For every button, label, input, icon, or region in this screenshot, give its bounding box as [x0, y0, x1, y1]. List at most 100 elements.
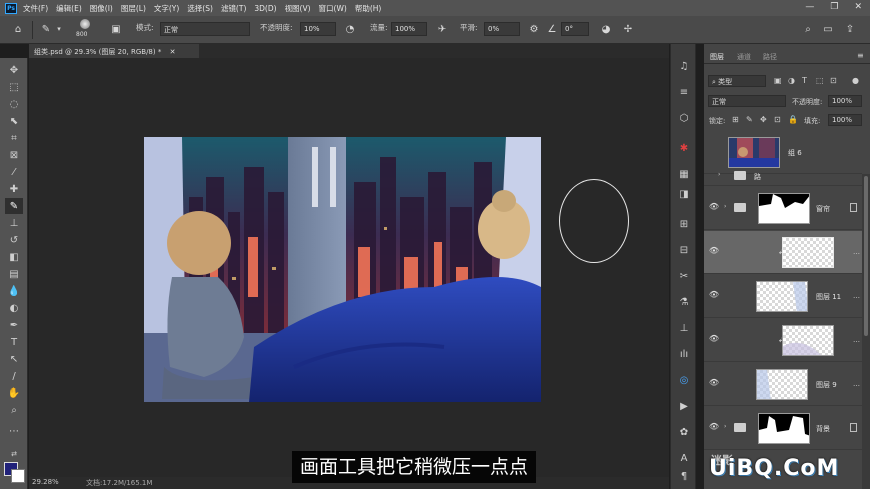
gradient-tool-icon[interactable]: ▤: [5, 266, 23, 282]
symmetry-icon[interactable]: ✢: [620, 21, 636, 37]
menu-select[interactable]: 选择(S): [187, 3, 213, 14]
eraser-tool-icon[interactable]: ◧: [5, 249, 23, 265]
blend-mode-select[interactable]: 正常: [708, 95, 786, 107]
actions-panel-icon[interactable]: ▶: [676, 398, 692, 414]
layer-row[interactable]: 👁 ↲ …: [704, 319, 862, 362]
menu-type[interactable]: 文字(Y): [154, 3, 179, 14]
menu-layer[interactable]: 图层(L): [121, 3, 146, 14]
styles-panel-icon[interactable]: ⊟: [676, 242, 692, 258]
filter-type-icon[interactable]: T: [802, 76, 807, 85]
swatches-panel-icon[interactable]: ▦: [676, 166, 692, 182]
chevron-down-icon[interactable]: ▾: [54, 21, 64, 37]
lock-transparent-icon[interactable]: ⊞: [732, 115, 739, 124]
eye-icon[interactable]: 👁: [708, 202, 720, 212]
more-options-icon[interactable]: …: [853, 248, 860, 256]
tab-paths[interactable]: 路径: [763, 52, 777, 62]
pen-tool-icon[interactable]: ✒: [5, 317, 23, 333]
chevron-right-icon[interactable]: ›: [718, 171, 720, 178]
flow-field[interactable]: 100%: [391, 22, 427, 36]
home-icon[interactable]: ⌂: [10, 21, 26, 37]
swap-colors-icon[interactable]: ⇄: [5, 446, 23, 462]
character-panel-icon[interactable]: A: [676, 450, 692, 466]
smoothing-field[interactable]: 0%: [484, 22, 520, 36]
dodge-tool-icon[interactable]: ◐: [5, 300, 23, 316]
chevron-right-icon[interactable]: ›: [724, 203, 726, 210]
patterns-panel-icon[interactable]: ⊞: [676, 216, 692, 232]
document-image[interactable]: [144, 137, 541, 402]
layer-opacity-field[interactable]: 100%: [828, 95, 862, 107]
layer-name[interactable]: 路: [754, 172, 761, 182]
maximize-button[interactable]: ❐: [830, 2, 838, 12]
eyedropper-tool-icon[interactable]: ⁄: [5, 164, 23, 180]
lock-all-icon[interactable]: 🔒: [788, 115, 798, 124]
canvas-area[interactable]: [29, 58, 669, 477]
filter-shape-icon[interactable]: ⬚: [816, 76, 824, 85]
more-options-icon[interactable]: …: [853, 380, 860, 388]
eye-icon[interactable]: 👁: [708, 246, 720, 256]
filter-kind-select[interactable]: ⌕ 类型: [708, 75, 766, 87]
menu-image[interactable]: 图像(I): [90, 3, 113, 14]
navigator-panel-icon[interactable]: ◎: [676, 372, 692, 388]
layer-row[interactable]: 👁 图层 11 …: [704, 275, 862, 318]
layer-name[interactable]: 图层 11: [816, 292, 841, 302]
tab-channels[interactable]: 通道: [737, 52, 751, 62]
mode-select[interactable]: 正常: [160, 22, 250, 36]
menu-edit[interactable]: 编辑(E): [56, 3, 82, 14]
scrollbar-thumb[interactable]: [864, 176, 868, 336]
filter-adjustment-icon[interactable]: ◑: [788, 76, 795, 85]
menu-3d[interactable]: 3D(D): [254, 4, 276, 13]
eye-icon[interactable]: 👁: [708, 422, 720, 432]
frame-tool-icon[interactable]: ⊠: [5, 147, 23, 163]
more-tools-icon[interactable]: ⋯: [5, 423, 23, 439]
eye-icon[interactable]: 👁: [708, 378, 720, 388]
crop-tool-icon[interactable]: ⌗: [5, 130, 23, 146]
layer-row[interactable]: 👁 ↲ …: [704, 231, 862, 274]
layer-row[interactable]: 👁 › 窗帘: [704, 187, 862, 230]
zoom-tool-icon[interactable]: ⌕: [5, 402, 23, 418]
layers-scrollbar[interactable]: [862, 174, 870, 489]
history-brush-tool-icon[interactable]: ↺: [5, 232, 23, 248]
brush-settings-icon[interactable]: ▣: [108, 21, 124, 37]
blur-tool-icon[interactable]: 💧: [5, 283, 23, 299]
eye-icon[interactable]: 👁: [708, 334, 720, 344]
line-tool-icon[interactable]: /: [5, 368, 23, 384]
fill-field[interactable]: 100%: [828, 114, 862, 126]
eye-icon[interactable]: 👁: [708, 290, 720, 300]
layer-row[interactable]: 👁 图层 9 …: [704, 363, 862, 406]
opacity-field[interactable]: 10%: [300, 22, 336, 36]
3d-panel-icon[interactable]: ⬡: [676, 110, 692, 126]
menu-help[interactable]: 帮助(H): [355, 3, 382, 14]
properties-panel-icon[interactable]: ✿: [676, 424, 692, 440]
move-tool-icon[interactable]: ✥: [5, 62, 23, 78]
history-panel-icon[interactable]: ♫: [676, 58, 692, 74]
filter-pixel-icon[interactable]: ▣: [774, 76, 782, 85]
tab-layers[interactable]: 图层: [710, 52, 724, 62]
brushes-panel-icon[interactable]: ⚗: [676, 294, 692, 310]
layer-row[interactable]: 👁 › 背景: [704, 407, 862, 450]
filter-smart-object-icon[interactable]: ⊡: [830, 76, 837, 85]
more-options-icon[interactable]: …: [853, 292, 860, 300]
clone-source-panel-icon[interactable]: ⊥: [676, 320, 692, 336]
pressure-opacity-icon[interactable]: ◔: [342, 21, 358, 37]
clone-stamp-tool-icon[interactable]: ⊥: [5, 215, 23, 231]
brush-settings-panel-icon[interactable]: ılı: [676, 346, 692, 362]
hand-tool-icon[interactable]: ✋: [5, 385, 23, 401]
lock-image-icon[interactable]: ✎: [746, 115, 753, 124]
more-options-icon[interactable]: …: [853, 336, 860, 344]
search-icon[interactable]: ⌕: [800, 21, 816, 37]
brush-size-picker[interactable]: 800: [74, 19, 96, 41]
background-color-swatch[interactable]: [11, 469, 25, 483]
healing-brush-tool-icon[interactable]: ✚: [5, 181, 23, 197]
plugin-panel-icon[interactable]: ✱: [676, 140, 692, 156]
layer-row[interactable]: › 路: [704, 166, 862, 186]
layer-name[interactable]: 组 6: [788, 148, 802, 158]
layer-name[interactable]: 图层 9: [816, 380, 837, 390]
quick-select-tool-icon[interactable]: ⬉: [5, 113, 23, 129]
pressure-size-icon[interactable]: ◕: [598, 21, 614, 37]
minimize-button[interactable]: —: [805, 2, 814, 12]
color-panel-icon[interactable]: ◨: [676, 186, 692, 202]
tools-panel-icon[interactable]: ✂: [676, 268, 692, 284]
document-tab[interactable]: 组类.psd @ 29.3% (图层 20, RGB/8) * ✕: [29, 44, 199, 58]
lock-artboard-icon[interactable]: ⊡: [774, 115, 781, 124]
layer-name[interactable]: 背景: [816, 424, 830, 434]
